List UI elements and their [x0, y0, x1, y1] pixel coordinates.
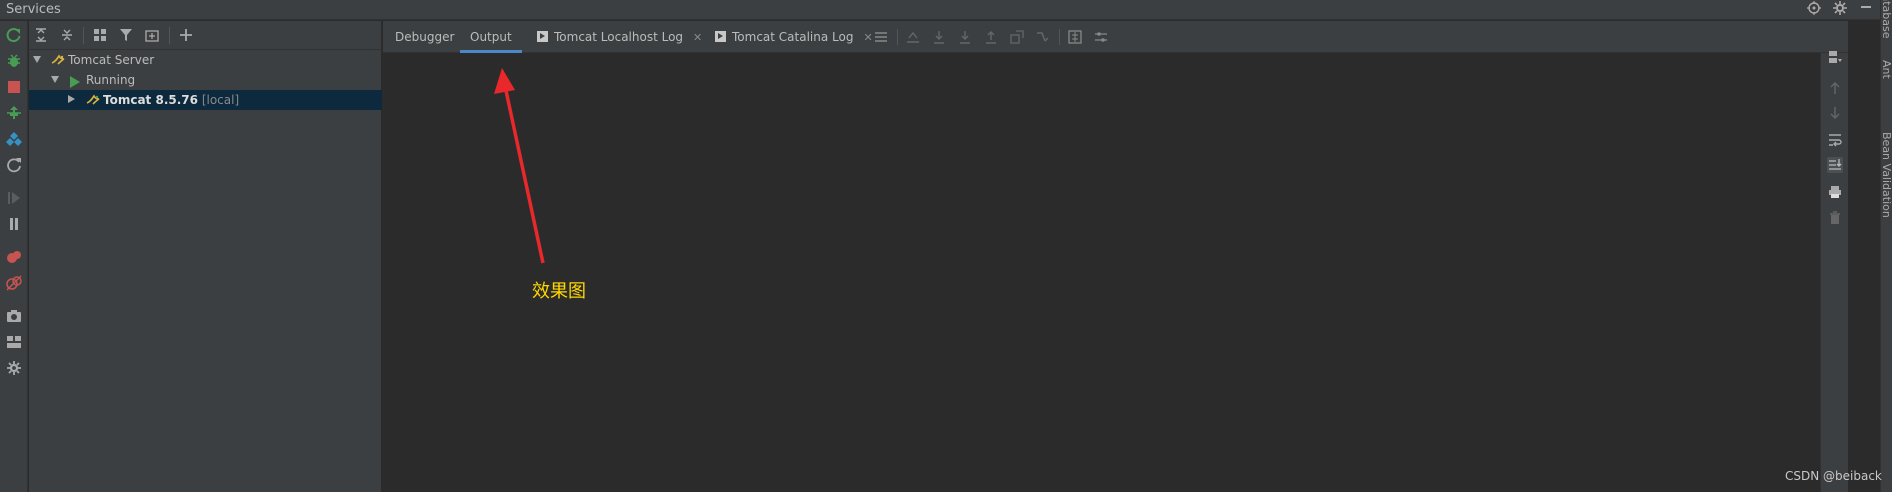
- pause-icon[interactable]: [6, 216, 22, 232]
- filter-icon[interactable]: [118, 27, 134, 43]
- trace-icon[interactable]: [1093, 29, 1109, 45]
- services-window: Services Database Ant Bean Validation To…: [0, 0, 1892, 492]
- annotation-label: 效果图: [532, 281, 586, 302]
- run-to-cursor-icon: [1035, 29, 1051, 45]
- layout-icon[interactable]: [6, 334, 22, 350]
- tab-tomcat-catalina-log[interactable]: Tomcat Catalina Log ✕: [715, 21, 873, 53]
- tree-item-label: Tomcat Server: [68, 53, 155, 67]
- ant-tool-tab[interactable]: Ant: [1881, 60, 1892, 79]
- services-tree-panel: Tomcat Server Running Tomcat 8.5.76 [loc…: [29, 21, 382, 492]
- breakpoints-icon[interactable]: [6, 249, 22, 265]
- drop-frame-icon: [1009, 29, 1025, 45]
- close-icon[interactable]: ✕: [693, 31, 702, 44]
- tree-toolbar: [29, 21, 382, 50]
- gear-icon[interactable]: [1832, 1, 1848, 17]
- console-icon: [537, 31, 548, 42]
- tab-debugger[interactable]: Debugger: [395, 21, 454, 53]
- artifacts-icon[interactable]: [6, 131, 22, 147]
- trash-icon: [1827, 210, 1843, 226]
- tree-item-running[interactable]: Running: [29, 70, 382, 90]
- toolbar-divider: [169, 27, 170, 44]
- window-title: Services: [6, 2, 61, 17]
- step-into-icon: [957, 29, 973, 45]
- bean-validation-tool-tab[interactable]: Bean Validation: [1881, 132, 1892, 218]
- tab-label: Debugger: [395, 30, 455, 44]
- resume-icon: [6, 190, 22, 206]
- down-arrow-icon: [1827, 105, 1843, 121]
- collapse-all-icon[interactable]: [59, 27, 75, 43]
- scroll-to-end-icon[interactable]: [1827, 157, 1843, 173]
- title-bar-controls: [1806, 1, 1874, 17]
- chevron-down-icon[interactable]: [51, 76, 59, 83]
- right-tool-strip: Database Ant Bean Validation: [1880, 0, 1892, 492]
- minimize-icon[interactable]: [1858, 1, 1874, 17]
- title-bar: Services: [0, 0, 1880, 20]
- chevron-down-icon[interactable]: [33, 56, 41, 63]
- tab-output[interactable]: Output: [460, 21, 522, 53]
- group-by-icon[interactable]: [92, 27, 108, 43]
- toolbar-divider: [897, 29, 898, 45]
- tree-item-label: Tomcat 8.5.76: [103, 93, 198, 107]
- refresh-icon[interactable]: [6, 157, 22, 173]
- debug-icon[interactable]: [6, 53, 22, 69]
- soft-wrap-icon[interactable]: [1827, 132, 1843, 148]
- tab-tomcat-localhost-log[interactable]: Tomcat Localhost Log ✕: [537, 21, 702, 53]
- layout-settings-icon[interactable]: [1827, 49, 1843, 65]
- up-arrow-icon: [1827, 80, 1843, 96]
- console-icon: [715, 31, 726, 42]
- target-icon[interactable]: [1806, 1, 1822, 17]
- expand-all-icon[interactable]: [33, 27, 49, 43]
- toolbar-divider: [1059, 29, 1060, 45]
- settings-icon[interactable]: [6, 360, 22, 376]
- watermark: CSDN @beiback: [1785, 469, 1882, 483]
- rerun-icon[interactable]: [6, 27, 22, 43]
- tree-item-suffix: [local]: [201, 93, 240, 107]
- console-side-toolbar: [1820, 51, 1848, 492]
- print-icon[interactable]: [1827, 184, 1843, 200]
- tab-label: Tomcat Localhost Log: [554, 30, 684, 44]
- close-icon[interactable]: ✕: [863, 31, 872, 44]
- tab-label: Output: [470, 30, 512, 44]
- toolbar-divider: [83, 27, 84, 44]
- tab-bar: Debugger Output Tomcat Localhost Log ✕ To…: [383, 21, 1848, 53]
- database-tool-tab[interactable]: Database: [1881, 0, 1892, 39]
- tomcat-icon: [86, 93, 100, 113]
- mute-breakpoints-icon[interactable]: [6, 275, 22, 291]
- deploy-icon[interactable]: [6, 105, 22, 121]
- tree-item-tomcat-server[interactable]: Tomcat Server: [29, 50, 382, 70]
- step-out-icon: [983, 29, 999, 45]
- menu-icon[interactable]: [873, 29, 889, 45]
- step-over-icon: [931, 29, 947, 45]
- stop-icon[interactable]: [6, 79, 22, 95]
- new-tab-icon[interactable]: [144, 27, 160, 43]
- tab-label: Tomcat Catalina Log: [732, 30, 854, 44]
- evaluate-expression-icon[interactable]: [1067, 29, 1083, 45]
- add-service-icon[interactable]: [178, 27, 194, 43]
- left-action-toolbar: [0, 21, 28, 492]
- tree-item-tomcat-instance[interactable]: Tomcat 8.5.76 [local]: [29, 90, 382, 110]
- chevron-right-icon[interactable]: [68, 95, 75, 103]
- output-panel: Debugger Output Tomcat Localhost Log ✕ To…: [383, 21, 1848, 492]
- camera-icon[interactable]: [6, 308, 22, 324]
- show-execution-point-icon: [905, 29, 921, 45]
- tree-item-label: Running: [86, 73, 136, 87]
